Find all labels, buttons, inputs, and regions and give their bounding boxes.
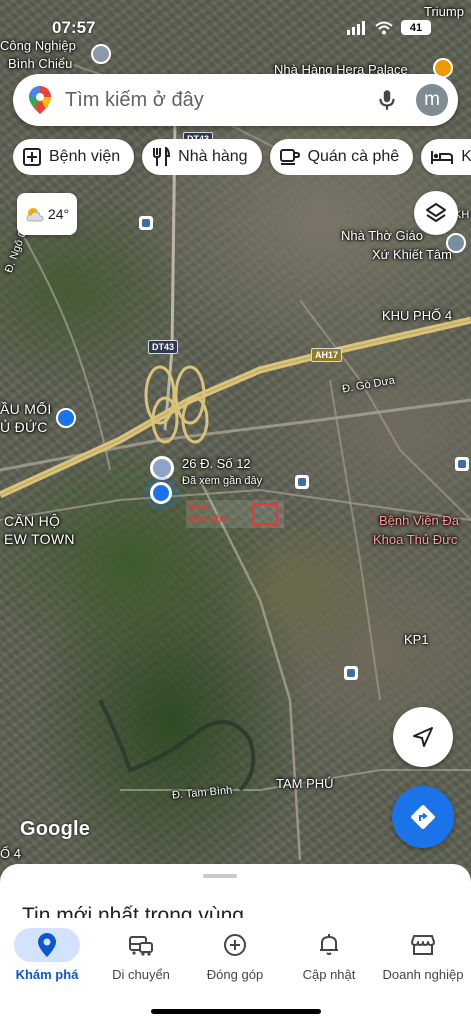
chip-label: Quán cà phê [307, 148, 400, 165]
chip-hotel[interactable]: Kh [421, 139, 471, 175]
bus-stop-icon[interactable] [295, 475, 309, 489]
status-time: 07:57 [52, 18, 96, 37]
church-marker-icon[interactable] [446, 233, 466, 253]
chip-restaurant[interactable]: Nhà hàng [142, 139, 262, 175]
label-tam-phu: TAM PHÚ [276, 776, 334, 791]
hotel-icon [431, 151, 454, 164]
google-logo: Google [20, 818, 91, 840]
label-cho-dau-moi-2: Ủ ĐỨC [0, 419, 48, 435]
weather-chip[interactable]: 24° [17, 193, 77, 235]
layers-button[interactable] [414, 191, 458, 235]
partly-cloudy-icon [26, 208, 44, 222]
label-binh-chieu: Bình Chiểu [8, 56, 73, 71]
wifi-icon [375, 21, 393, 34]
sheet-drag-handle[interactable] [203, 874, 237, 878]
label-khu-pho-4: KHU PHỐ 4 [382, 308, 453, 323]
status-indicators: 41 [347, 20, 431, 35]
label-nha-tho-2[interactable]: Xứ Khiết Tâm [372, 247, 452, 262]
category-chips: Bệnh viện Nhà hàng Quán cà phê Kh [13, 139, 471, 175]
add-circle-icon [224, 934, 246, 956]
recent-place-pin-icon[interactable] [150, 456, 174, 480]
weather-temp: 24° [47, 206, 70, 222]
chip-label: Bệnh viện [49, 148, 121, 165]
bus-stop-icon[interactable] [344, 666, 358, 680]
hospital-icon [23, 148, 41, 166]
chip-coffee[interactable]: Quán cà phê [269, 139, 414, 175]
restaurant-icon [153, 147, 171, 166]
nav-label: Di chuyển [112, 967, 170, 982]
microphone-icon[interactable] [374, 87, 400, 113]
nav-label: Doanh nghiệp [382, 967, 464, 982]
search-bar[interactable]: Tìm kiếm ở đây m [13, 74, 458, 126]
bus-stop-icon[interactable] [139, 216, 153, 230]
road-shield-dt43: DT43 [148, 340, 179, 354]
label-triump: Triump [424, 4, 464, 19]
nav-label: Khám phá [15, 967, 79, 982]
poi-marker-icon[interactable] [91, 44, 111, 64]
my-location-button[interactable] [393, 707, 453, 767]
battery-indicator: 41 [401, 20, 431, 35]
cellular-signal-icon [347, 20, 365, 35]
storefront-icon [411, 935, 435, 955]
explore-pin-icon [38, 933, 56, 957]
label-can-ho-1: CĂN HỘ [4, 513, 61, 529]
directions-icon [411, 805, 435, 829]
label-benh-vien-1[interactable]: Bệnh Viện Đa [379, 513, 459, 528]
chip-label: Kh [461, 148, 471, 165]
bus-stop-icon[interactable] [455, 457, 469, 471]
navigation-arrow-icon [413, 727, 433, 747]
label-o4: Ố 4 [0, 846, 21, 861]
shopping-marker-icon[interactable] [56, 408, 76, 428]
nav-business[interactable]: Doanh nghiệp [376, 918, 470, 1024]
directions-button[interactable] [392, 786, 454, 848]
road-shield-ah17: AH17 [311, 348, 343, 362]
watermark-logo: Mua Bán nhà [186, 500, 284, 528]
current-location-dot-icon [150, 482, 172, 504]
label-pin-recent: Đã xem gần đây [182, 475, 263, 487]
chip-hospital[interactable]: Bệnh viện [13, 139, 135, 175]
nav-label: Cập nhật [302, 967, 356, 982]
home-indicator [151, 1009, 321, 1014]
label-kp1: KP1 [404, 632, 429, 647]
commute-icon [129, 936, 153, 956]
search-input[interactable]: Tìm kiếm ở đây [65, 89, 374, 112]
account-avatar[interactable]: m [416, 84, 448, 116]
label-cong-nghiep: Công Nghiệp [0, 38, 76, 53]
label-cho-dau-moi-1: ẦU MỐI [0, 401, 52, 417]
nav-label: Đóng góp [206, 967, 264, 982]
coffee-icon [279, 149, 300, 165]
label-pin-address[interactable]: 26 Đ. Số 12 [182, 456, 251, 471]
layers-icon [426, 203, 446, 222]
bell-icon [320, 934, 338, 955]
label-benh-vien-2[interactable]: Khoa Thủ Đức [373, 532, 457, 547]
label-can-ho-2: EW TOWN [4, 531, 75, 547]
label-nha-tho-1[interactable]: Nhà Thờ Giáo [341, 228, 423, 243]
chip-label: Nhà hàng [178, 148, 248, 165]
google-maps-pin-icon [29, 86, 51, 114]
nav-explore[interactable]: Khám phá [0, 918, 94, 1024]
